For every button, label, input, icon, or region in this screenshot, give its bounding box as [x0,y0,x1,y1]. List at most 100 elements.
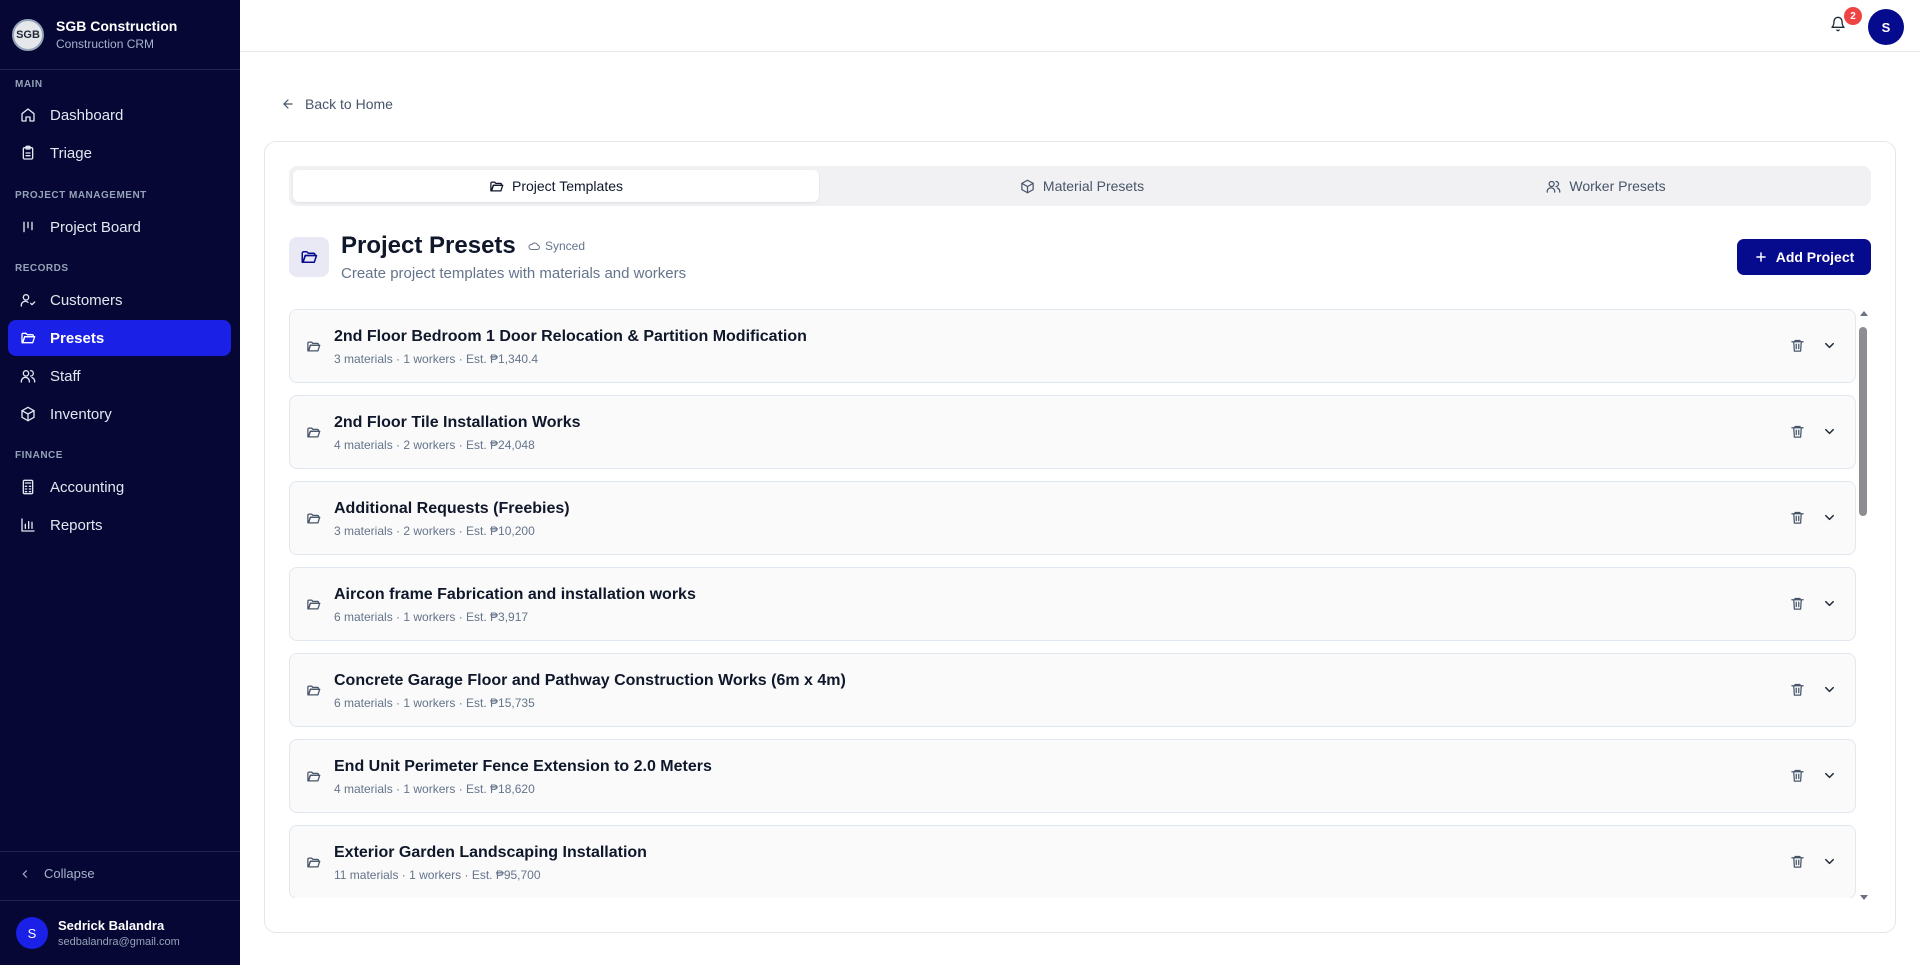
preset-tabs: Project Templates Material Presets Worke… [289,166,1871,206]
chevron-down-icon[interactable] [1822,768,1840,786]
scroll-thumb[interactable] [1859,327,1867,516]
folder-icon [306,769,322,785]
trash-icon[interactable] [1790,510,1808,528]
folder-icon [306,339,322,355]
project-title: Concrete Garage Floor and Pathway Constr… [334,672,846,689]
divider [0,900,240,901]
chevron-down-icon[interactable] [1822,424,1840,442]
trash-icon[interactable] [1790,424,1808,442]
page-title: Project Presets [341,232,516,259]
project-title: Additional Requests (Freebies) [334,500,570,517]
add-project-label: Add Project [1775,249,1855,265]
add-project-button[interactable]: Add Project [1737,239,1871,275]
sidebar-item-dashboard[interactable]: Dashboard [8,97,231,133]
scroll-down-arrow-icon[interactable] [1860,895,1868,900]
divider [0,851,240,852]
project-row[interactable]: Aircon frame Fabrication and installatio… [289,567,1856,641]
sidebar-item-customers[interactable]: Customers [8,282,231,318]
home-icon [20,107,36,123]
user-check-icon [20,292,36,308]
brand-logo: SGB [12,18,44,51]
project-list: 2nd Floor Bedroom 1 Door Relocation & Pa… [289,309,1857,898]
page-subtitle: Create project templates with materials … [341,265,687,282]
project-row[interactable]: 2nd Floor Tile Installation Works 4 mater… [289,395,1856,469]
collapse-button[interactable]: Collapse [18,866,95,881]
trash-icon[interactable] [1790,854,1808,872]
section-label-project-management: PROJECT MANAGEMENT [15,190,147,201]
project-title: Exterior Garden Landscaping Installation [334,844,647,861]
avatar: S [16,917,48,949]
sidebar-item-label: Inventory [50,405,112,423]
project-row[interactable]: Additional Requests (Freebies) 3 material… [289,481,1856,555]
tab-material-presets[interactable]: Material Presets [819,170,1345,202]
project-row[interactable]: End Unit Perimeter Fence Extension to 2.… [289,739,1856,813]
avatar[interactable]: S [1868,9,1904,45]
notification-badge: 2 [1844,7,1862,25]
folder-open-icon [490,181,504,191]
project-row[interactable]: 2nd Floor Bedroom 1 Door Relocation & Pa… [289,309,1856,383]
sidebar-item-project-board[interactable]: Project Board [8,209,231,245]
chevron-down-icon[interactable] [1822,338,1840,356]
folder-icon [306,855,322,871]
section-label-records: RECORDS [15,263,69,274]
package-icon [20,406,36,422]
chevron-down-icon[interactable] [1822,596,1840,614]
trash-icon[interactable] [1790,338,1808,356]
tab-label: Project Templates [511,178,623,194]
tab-label: Worker Presets [1569,178,1666,194]
section-label-main: MAIN [15,79,43,90]
bar-chart-icon [20,517,36,533]
sync-status-label: Synced [545,239,586,253]
section-label-finance: FINANCE [15,450,63,461]
project-title: Aircon frame Fabrication and installatio… [334,586,696,603]
topbar: 2 S [240,0,1920,52]
chevron-down-icon[interactable] [1822,854,1840,872]
chevron-left-icon [22,869,28,878]
brand[interactable]: SGB SGB Construction Construction CRM [0,0,240,70]
folder-open-icon [20,330,36,346]
sidebar-item-label: Triage [50,144,92,162]
chevron-down-icon[interactable] [1822,510,1840,528]
user-email: sedbalandra@gmail.com [58,936,180,948]
sidebar-item-reports[interactable]: Reports [8,507,231,543]
scrollbar[interactable] [1858,309,1870,904]
tab-project-templates[interactable]: Project Templates [293,170,819,202]
chevron-down-icon[interactable] [1822,682,1840,700]
calculator-icon [20,479,36,495]
back-to-home-link[interactable]: Back to Home [281,96,393,112]
sidebar-item-inventory[interactable]: Inventory [8,396,231,432]
sidebar-item-accounting[interactable]: Accounting [8,469,231,505]
sidebar-item-staff[interactable]: Staff [8,358,231,394]
sidebar-item-triage[interactable]: Triage [8,135,231,171]
user-name: Sedrick Balandra [58,918,165,933]
trash-icon[interactable] [1790,682,1808,700]
back-label: Back to Home [305,96,393,112]
brand-subtitle: Construction CRM [56,37,155,51]
folder-icon [306,511,322,527]
project-row[interactable]: Exterior Garden Landscaping Installation… [289,825,1856,898]
sidebar: SGB SGB Construction Construction CRM MA… [0,0,240,965]
project-meta: 3 materials · 2 workers · Est. ₱10,200 [334,524,535,538]
sidebar-item-label: Project Board [50,218,141,236]
folder-icon [306,425,322,441]
project-meta: 3 materials · 1 workers · Est. ₱1,340.4 [334,352,539,366]
users-icon [1547,180,1561,193]
project-meta: 6 materials · 1 workers · Est. ₱3,917 [334,610,529,624]
scroll-up-arrow-icon[interactable] [1860,311,1868,316]
sidebar-item-label: Dashboard [50,106,124,124]
folder-icon [306,597,322,613]
kanban-icon [20,219,36,235]
sidebar-item-label: Presets [50,329,105,347]
user-profile[interactable]: S Sedrick Balandra sedbalandra@gmail.com [16,917,180,949]
tab-worker-presets[interactable]: Worker Presets [1345,170,1867,202]
project-row[interactable]: Concrete Garage Floor and Pathway Constr… [289,653,1856,727]
tab-label: Material Presets [1042,178,1145,194]
sidebar-item-presets[interactable]: Presets [8,320,231,356]
sidebar-item-label: Reports [50,516,103,534]
users-icon [20,368,36,384]
trash-icon[interactable] [1790,768,1808,786]
sidebar-item-label: Staff [50,367,81,385]
brand-name: SGB Construction [56,18,178,34]
trash-icon[interactable] [1790,596,1808,614]
folder-icon [306,683,322,699]
